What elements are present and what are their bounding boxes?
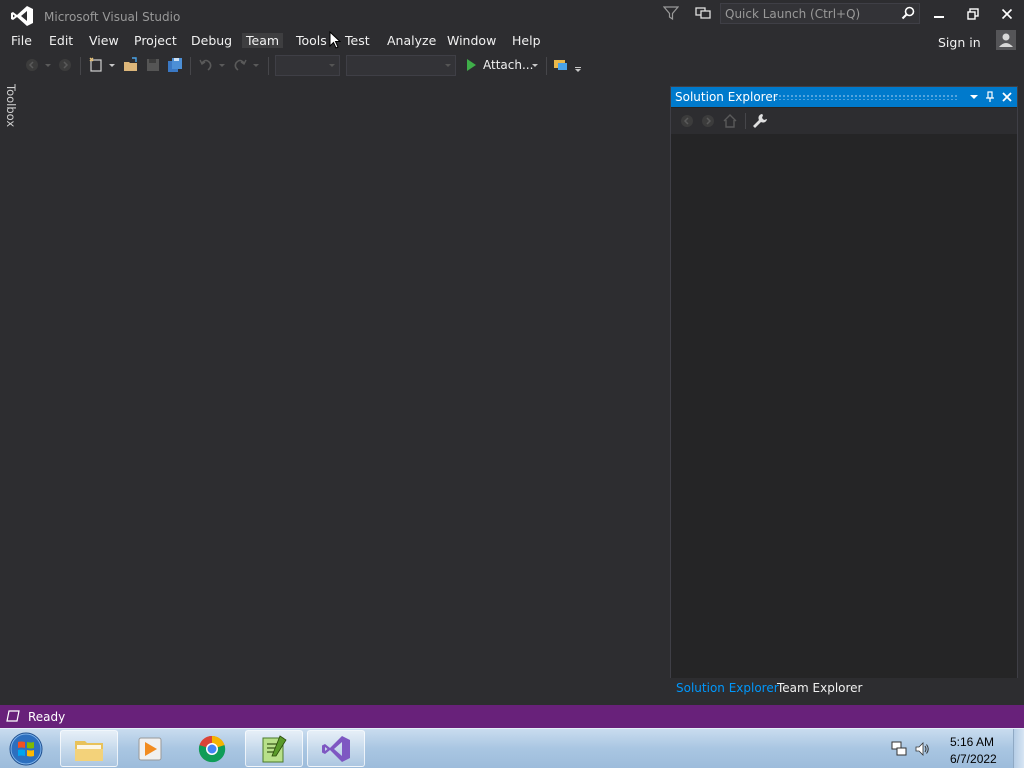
close-icon — [1001, 8, 1013, 20]
home-icon[interactable] — [722, 113, 738, 129]
toolbar-separator — [546, 57, 547, 75]
taskbar-visual-studio[interactable] — [307, 730, 365, 767]
show-desktop-button[interactable] — [1013, 729, 1024, 768]
taskbar-chrome[interactable] — [183, 730, 241, 767]
forward-icon[interactable] — [700, 113, 716, 129]
menu-team[interactable]: Team — [242, 33, 284, 48]
panel-tab-strip: Solution Explorer Team Explorer — [670, 678, 1018, 700]
toolbar-separator — [268, 57, 269, 75]
chevron-down-icon[interactable] — [44, 57, 52, 73]
solution-explorer-title: Solution Explorer — [675, 90, 778, 104]
clock-date[interactable]: 6/7/2022 — [950, 752, 997, 766]
redo-icon[interactable] — [232, 57, 248, 73]
start-button[interactable] — [6, 731, 46, 767]
chevron-down-icon[interactable] — [108, 57, 116, 73]
toolbar-separator — [80, 57, 81, 75]
account-avatar-icon[interactable] — [996, 30, 1016, 50]
undo-icon[interactable] — [198, 57, 214, 73]
navigate-back-icon[interactable] — [24, 57, 40, 73]
taskbar-notepad-plus[interactable] — [245, 730, 303, 767]
visual-studio-taskbar-icon — [322, 735, 350, 762]
volume-icon[interactable] — [914, 741, 930, 757]
solution-explorer-panel: Solution Explorer — [670, 86, 1018, 700]
notepad-plus-icon — [262, 734, 287, 762]
chrome-icon — [198, 735, 226, 762]
quick-launch-input[interactable] — [725, 5, 895, 22]
output-window-icon[interactable] — [6, 710, 20, 722]
panel-drag-grip[interactable] — [774, 94, 959, 100]
back-icon[interactable] — [679, 113, 695, 129]
menu-file[interactable]: File — [10, 33, 33, 48]
network-icon[interactable] — [891, 741, 907, 757]
menu-debug[interactable]: Debug — [190, 33, 233, 48]
attach-button[interactable]: Attach... — [483, 58, 533, 72]
standard-toolbar: Attach... — [0, 54, 1024, 78]
window-position-dropdown-icon[interactable] — [966, 89, 982, 105]
solution-configurations-dropdown[interactable] — [275, 55, 340, 76]
windows-logo-icon — [9, 732, 43, 766]
media-player-icon — [138, 737, 162, 760]
tab-solution-explorer[interactable]: Solution Explorer — [676, 681, 779, 695]
folder-icon — [75, 740, 103, 761]
minimize-button[interactable] — [924, 3, 954, 25]
pin-icon[interactable] — [982, 89, 998, 105]
visual-studio-logo-icon — [11, 6, 33, 26]
toolbox-tab[interactable]: Toolbox — [4, 84, 24, 130]
clock-time[interactable]: 5:16 AM — [950, 735, 994, 749]
quick-launch-box[interactable] — [720, 3, 920, 24]
tab-team-explorer[interactable]: Team Explorer — [777, 681, 863, 695]
solution-platforms-dropdown[interactable] — [346, 55, 456, 76]
title-bar: Microsoft Visual Studio — [0, 0, 1024, 30]
navigate-forward-icon[interactable] — [57, 57, 73, 73]
new-project-icon[interactable] — [88, 57, 104, 73]
menu-test[interactable]: Test — [344, 33, 371, 48]
status-text: Ready — [28, 710, 66, 724]
chevron-down-icon[interactable] — [531, 57, 539, 73]
menu-analyze[interactable]: Analyze — [386, 33, 437, 48]
menu-window[interactable]: Window — [446, 33, 497, 48]
window-title: Microsoft Visual Studio — [44, 10, 181, 24]
restore-icon — [967, 8, 979, 20]
chevron-down-icon[interactable] — [218, 57, 226, 73]
toolbar-separator — [745, 113, 746, 129]
close-panel-icon[interactable] — [999, 89, 1015, 105]
minimize-icon — [934, 16, 944, 18]
open-file-icon[interactable] — [123, 57, 139, 73]
menu-edit[interactable]: Edit — [48, 33, 74, 48]
menu-help[interactable]: Help — [511, 33, 542, 48]
person-icon — [999, 33, 1013, 47]
menu-view[interactable]: View — [88, 33, 120, 48]
sign-in-link[interactable]: Sign in — [938, 35, 981, 50]
mouse-cursor-icon — [329, 31, 341, 49]
windows-taskbar: 5:16 AM 6/7/2022 — [0, 728, 1024, 768]
notifications-filter-icon[interactable] — [663, 5, 679, 21]
menu-bar: File Edit View Project Debug Team Tools … — [0, 30, 1024, 52]
taskbar-file-explorer[interactable] — [60, 730, 118, 767]
toolbar-separator — [190, 57, 191, 75]
solution-explorer-header[interactable]: Solution Explorer — [671, 87, 1017, 107]
save-all-icon[interactable] — [167, 57, 183, 73]
menu-tools[interactable]: Tools — [295, 33, 328, 48]
start-debugging-play-icon[interactable] — [463, 57, 479, 73]
close-window-button[interactable] — [992, 3, 1022, 25]
toolbox-label: Toolbox — [4, 84, 18, 128]
save-icon[interactable] — [145, 57, 161, 73]
status-bar: Ready — [0, 705, 1024, 728]
menu-project[interactable]: Project — [133, 33, 178, 48]
chevron-down-icon[interactable] — [252, 57, 260, 73]
search-icon[interactable] — [901, 6, 915, 20]
restore-button[interactable] — [958, 3, 988, 25]
solution-explorer-tree[interactable] — [671, 135, 1017, 677]
properties-wrench-icon[interactable] — [752, 113, 768, 129]
taskbar-media-player[interactable] — [121, 730, 179, 767]
send-feedback-icon[interactable] — [695, 5, 711, 21]
solution-explorer-toolbar — [671, 108, 1017, 134]
toolbar-overflow-icon[interactable] — [573, 57, 583, 73]
browse-link-icon[interactable] — [553, 57, 569, 73]
